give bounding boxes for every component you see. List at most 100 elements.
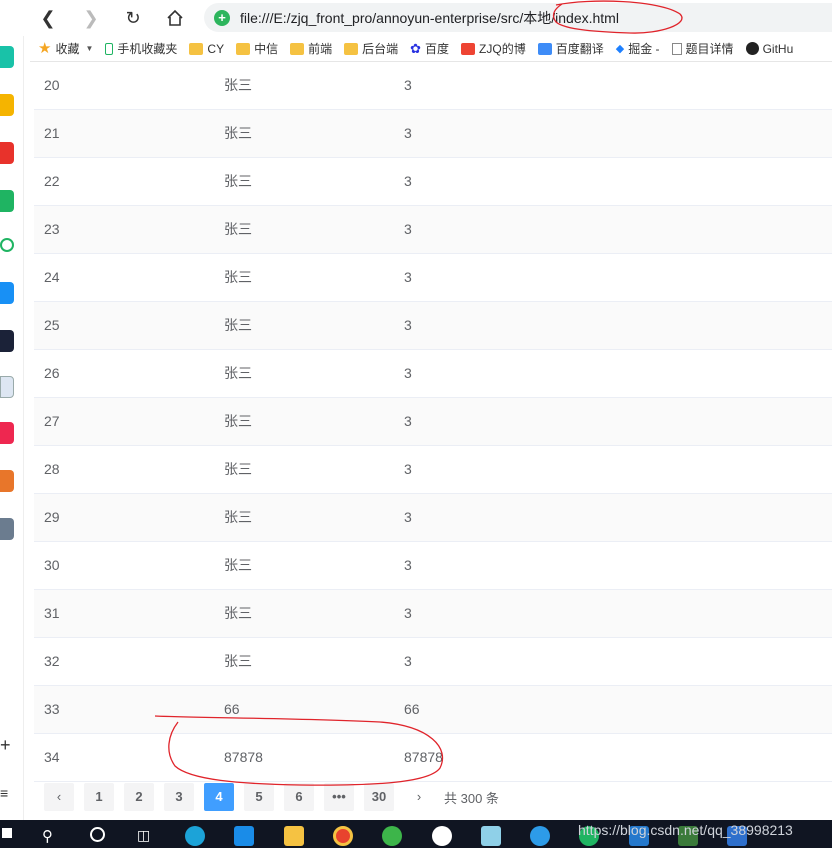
page-button[interactable]: 30 xyxy=(364,783,394,811)
page-button[interactable]: 6 xyxy=(284,783,314,811)
table-row[interactable]: 33 66 66 xyxy=(34,686,832,734)
cell-name: 张三 xyxy=(224,365,252,381)
sidebar-game-icon[interactable] xyxy=(0,518,14,540)
360-browser-icon[interactable] xyxy=(382,826,402,846)
csdn-icon xyxy=(461,42,476,55)
document-icon xyxy=(671,42,682,55)
cell-name: 张三 xyxy=(224,77,252,93)
prev-page-button[interactable]: ‹ xyxy=(44,783,74,811)
bookmark-label: 后台端 xyxy=(362,42,399,56)
sidebar-app-icon[interactable] xyxy=(0,46,14,68)
page-button[interactable]: 3 xyxy=(164,783,194,811)
cell-value: 3 xyxy=(404,125,412,141)
sidebar-star-icon[interactable] xyxy=(0,94,14,116)
bookmark-label: 掘金 - xyxy=(628,42,660,56)
cortana-icon[interactable] xyxy=(90,827,105,842)
sidebar-app-icon[interactable] xyxy=(0,330,14,352)
search-icon[interactable]: ⚲ xyxy=(42,827,53,845)
forward-button[interactable]: ❯ xyxy=(76,3,106,33)
next-page-button[interactable]: › xyxy=(404,783,434,811)
bookmark-label: 百度 xyxy=(425,42,450,56)
address-bar[interactable]: + file:///E:/zjq_front_pro/annoyun-enter… xyxy=(204,3,832,32)
bookmark-item[interactable]: ZJQ的博 xyxy=(461,40,526,57)
sidebar-app-icon[interactable] xyxy=(0,422,14,444)
task-view-icon[interactable]: ◫ xyxy=(137,827,150,844)
bookmark-item[interactable]: 题目详情 xyxy=(671,40,734,57)
table-row[interactable]: 32 张三 3 xyxy=(34,638,832,686)
browser-window: + ≡ ❮ ❯ ↻ + file:///E:/zjq_front_pro/ann… xyxy=(0,0,832,848)
watermark-text: https://blog.csdn.net/qq_38998213 xyxy=(578,822,793,838)
table-row[interactable]: 20 张三 3 xyxy=(34,62,832,110)
secure-page-icon: + xyxy=(214,9,230,26)
page-button[interactable]: 5 xyxy=(244,783,274,811)
table-row[interactable]: 31 张三 3 xyxy=(34,590,832,638)
table-row[interactable]: 24 张三 3 xyxy=(34,254,832,302)
total-count: 共 300 条 xyxy=(444,790,499,806)
cell-name: 张三 xyxy=(224,125,252,141)
cell-name: 87878 xyxy=(224,749,263,765)
sidebar-app-icon[interactable] xyxy=(0,282,14,304)
cell-name: 张三 xyxy=(224,653,252,669)
feishu-icon[interactable] xyxy=(530,826,550,846)
folder-icon xyxy=(189,42,204,55)
bookmark-item[interactable]: ✿ 百度 xyxy=(410,40,449,57)
table-row[interactable]: 27 张三 3 xyxy=(34,398,832,446)
windows-taskbar: ⚲ ◫ https://blog.csdn.net/qq_38998213 xyxy=(0,820,832,848)
table-row[interactable]: 25 张三 3 xyxy=(34,302,832,350)
folder-icon xyxy=(344,42,359,55)
cell-id: 30 xyxy=(44,557,60,573)
table-row[interactable]: 34 87878 87878 xyxy=(34,734,832,782)
cell-value: 3 xyxy=(404,653,412,669)
bookmark-item[interactable]: 后台端 xyxy=(344,40,398,57)
cell-value: 3 xyxy=(404,269,412,285)
table-row[interactable]: 22 张三 3 xyxy=(34,158,832,206)
chevron-left-icon: ❮ xyxy=(40,7,56,28)
table-row[interactable]: 29 张三 3 xyxy=(34,494,832,542)
browser-toolbar: ❮ ❯ ↻ + file:///E:/zjq_front_pro/annoyun… xyxy=(0,0,832,36)
bookmark-item[interactable]: 中信 xyxy=(236,40,278,57)
cell-value: 3 xyxy=(404,77,412,93)
page-button-active[interactable]: 4 xyxy=(204,783,234,811)
sidebar-weibo-icon[interactable] xyxy=(0,142,14,164)
bookmark-item[interactable]: 百度翻译 xyxy=(537,40,604,57)
edge-icon[interactable] xyxy=(185,826,205,846)
back-button[interactable]: ❮ xyxy=(33,3,63,33)
folder-icon xyxy=(236,42,251,55)
table-row[interactable]: 28 张三 3 xyxy=(34,446,832,494)
page-button[interactable]: 1 xyxy=(84,783,114,811)
reload-button[interactable]: ↻ xyxy=(118,3,148,33)
table-row[interactable]: 26 张三 3 xyxy=(34,350,832,398)
bookmark-item[interactable]: GitHu xyxy=(745,41,794,56)
cell-id: 31 xyxy=(44,605,60,621)
cell-id: 23 xyxy=(44,221,60,237)
mail-icon[interactable] xyxy=(234,826,254,846)
cell-value: 3 xyxy=(404,221,412,237)
bookmark-item[interactable]: ◆ 掘金 - xyxy=(616,40,660,57)
bookmark-item[interactable]: 前端 xyxy=(290,40,332,57)
table-row[interactable]: 21 张三 3 xyxy=(34,110,832,158)
table-row[interactable]: 23 张三 3 xyxy=(34,206,832,254)
url-text: file:///E:/zjq_front_pro/annoyun-enterpr… xyxy=(240,9,619,26)
sidebar-document-icon[interactable] xyxy=(0,376,14,398)
word-icon[interactable] xyxy=(432,826,452,846)
sidebar-mail-icon[interactable] xyxy=(0,190,14,212)
sidebar-game-icon[interactable] xyxy=(0,470,14,492)
chevron-down-icon[interactable]: ▼ xyxy=(85,44,93,53)
sidebar-link-icon[interactable] xyxy=(0,238,14,252)
bookmark-label: 收藏 xyxy=(55,42,80,56)
windows-start-icon[interactable] xyxy=(2,828,12,838)
bookmark-item[interactable]: 手机收藏夹 xyxy=(105,40,177,57)
chrome-icon[interactable] xyxy=(333,826,353,846)
sidebar-menu-icon[interactable]: ≡ xyxy=(0,785,8,801)
cell-value: 3 xyxy=(404,461,412,477)
bookmark-item[interactable]: ★ 收藏 ▼ xyxy=(38,40,93,57)
file-explorer-icon[interactable] xyxy=(284,826,304,846)
bookmark-item[interactable]: CY xyxy=(189,42,224,56)
table-row[interactable]: 30 张三 3 xyxy=(34,542,832,590)
bookmark-label: GitHu xyxy=(762,41,794,56)
more-pages-button[interactable]: ••• xyxy=(324,783,354,811)
app-icon[interactable] xyxy=(481,826,501,846)
home-button[interactable] xyxy=(160,3,190,33)
sidebar-add-icon[interactable]: + xyxy=(0,735,11,756)
page-button[interactable]: 2 xyxy=(124,783,154,811)
